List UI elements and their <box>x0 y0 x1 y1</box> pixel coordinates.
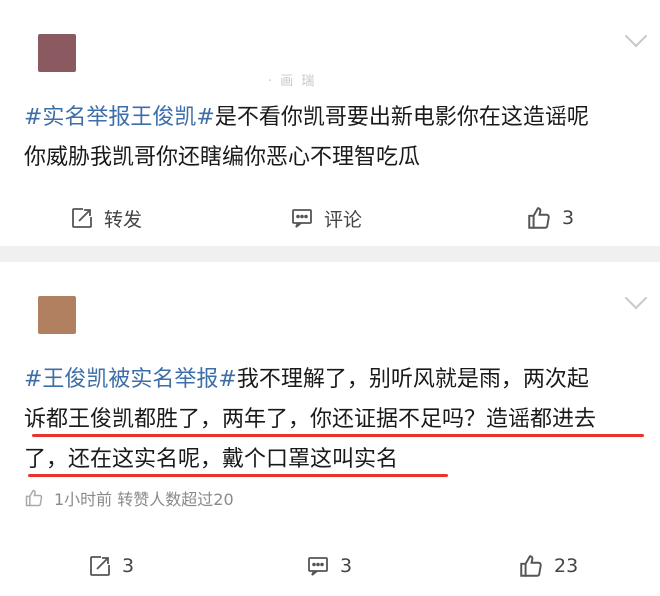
like-button[interactable]: 3 <box>526 198 574 238</box>
comment-icon <box>308 557 328 576</box>
post-text: #王俊凯被实名举报#我不理解了，别听风就是雨，两次起诉都王俊凯都胜了，两年了，你… <box>24 360 644 480</box>
action-bar: 3 3 23 <box>0 546 660 586</box>
repost-button[interactable]: 转发 <box>70 198 142 238</box>
like-button[interactable]: 23 <box>518 546 578 586</box>
comment-count: 3 <box>340 555 353 577</box>
author-name: · 画 瑞 <box>268 74 317 89</box>
repost-icon <box>72 208 92 228</box>
like-count: 3 <box>562 207 575 229</box>
hashtag-link[interactable]: #王俊凯被实名举报# <box>24 367 237 392</box>
comment-button[interactable]: 评论 <box>290 198 362 238</box>
post-card-2: #王俊凯被实名举报#我不理解了，别听风就是雨，两次起诉都王俊凯都胜了，两年了，你… <box>0 262 660 596</box>
action-bar: 转发 评论 3 <box>0 198 660 238</box>
repost-button[interactable]: 3 <box>88 546 134 586</box>
repost-count: 3 <box>122 555 135 577</box>
comment-button[interactable]: 3 <box>306 546 352 586</box>
highlight-underline <box>32 434 644 437</box>
post-text: #实名举报王俊凯#是不看你凯哥要出新电影你在这造谣呢你威胁我凯哥你还瞎编你恶心不… <box>24 98 644 178</box>
post-text-line2: 你威胁我凯哥你还瞎编你恶心不理智吃瓜 <box>24 145 421 170</box>
comment-icon <box>292 209 312 228</box>
post-text-line2: 诉都王俊凯都胜了，两年了，你还证据不足吗？造谣都进去 <box>24 407 597 432</box>
thumbs-up-icon <box>528 207 550 229</box>
thumbs-up-icon <box>520 555 542 577</box>
comment-label: 评论 <box>324 208 363 231</box>
post-text-line1: 我不理解了，别听风就是雨，两次起 <box>236 367 589 392</box>
avatar[interactable] <box>38 296 76 334</box>
chevron-down-icon[interactable] <box>624 286 648 310</box>
repost-icon <box>90 556 110 576</box>
post-meta: 1小时前 转赞人数超过20 <box>24 486 234 510</box>
repost-label: 转发 <box>104 208 143 231</box>
hashtag-link[interactable]: #实名举报王俊凯# <box>24 105 215 130</box>
feed-divider <box>0 246 660 262</box>
meta-text: 1小时前 转赞人数超过20 <box>54 490 234 509</box>
highlight-underline <box>28 474 448 477</box>
chevron-down-icon[interactable] <box>624 24 648 48</box>
post-text-line3: 了，还在这实名呢，戴个口罩这叫实名 <box>24 447 399 472</box>
post-card-1: · 画 瑞 #实名举报王俊凯#是不看你凯哥要出新电影你在这造谣呢你威胁我凯哥你还… <box>0 0 660 246</box>
avatar[interactable] <box>38 34 76 72</box>
like-count: 23 <box>554 555 579 577</box>
thumbs-up-icon <box>25 489 43 507</box>
post-text-line1: 是不看你凯哥要出新电影你在这造谣呢 <box>214 105 589 130</box>
